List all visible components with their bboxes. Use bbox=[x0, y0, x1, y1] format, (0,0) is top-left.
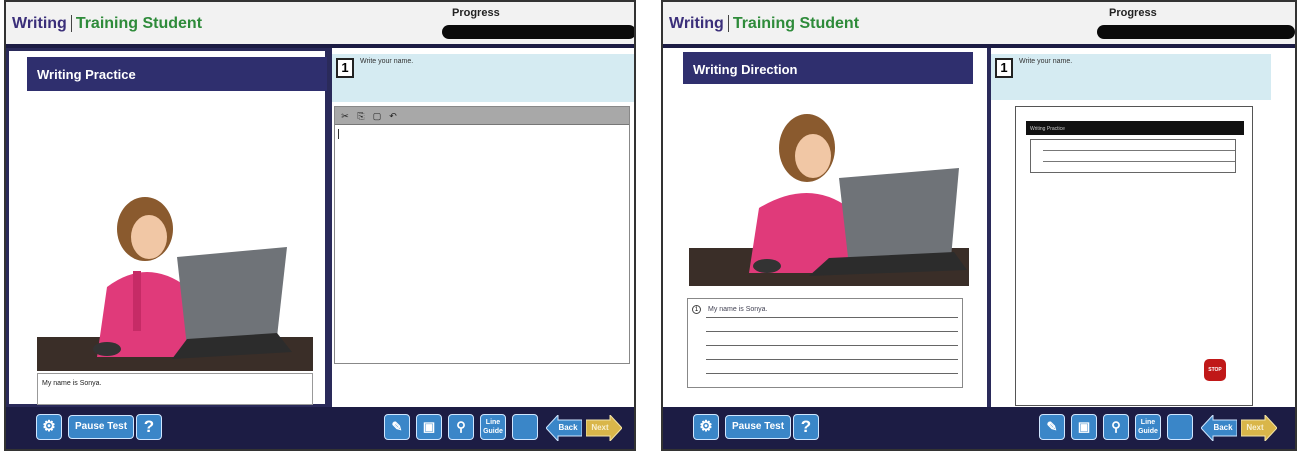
blank-tool-button[interactable] bbox=[512, 414, 538, 440]
paste-icon[interactable]: ▢ bbox=[371, 110, 383, 122]
writing-line bbox=[706, 317, 958, 318]
pause-test-button[interactable]: Pause Test bbox=[68, 415, 135, 439]
content-area: Writing Direction 1 My name is Sonya. 1 … bbox=[663, 48, 1295, 407]
test-window-practice: Writing Training Student Progress Writing… bbox=[4, 0, 636, 451]
writing-line bbox=[706, 373, 958, 374]
next-label: Next bbox=[591, 423, 609, 432]
app-title: Writing Training Student bbox=[669, 15, 859, 33]
mini-doc-title: Writing Practice bbox=[1026, 121, 1244, 135]
mini-doc-lines bbox=[1030, 139, 1236, 173]
next-button[interactable]: Next bbox=[1241, 415, 1277, 441]
writing-line bbox=[706, 359, 958, 360]
subject-label: Writing bbox=[669, 15, 729, 32]
mini-doc-line bbox=[1043, 150, 1235, 151]
answer-pane: 1 Write your name. ✂ ⎘ ▢ ↶ bbox=[332, 48, 634, 407]
progress-bar bbox=[442, 25, 634, 39]
sample-answer-document: Writing Practice STOP bbox=[1015, 106, 1253, 406]
help-button[interactable]: ? bbox=[136, 414, 162, 440]
next-label: Next bbox=[1246, 423, 1264, 432]
girl-laptop-photo bbox=[689, 98, 969, 286]
girl-laptop-photo bbox=[37, 187, 313, 371]
subject-label: Writing bbox=[12, 15, 72, 32]
question-prompt: Write your name. bbox=[360, 58, 414, 65]
progress-label: Progress bbox=[452, 7, 500, 19]
settings-gear-icon[interactable]: ⚙ bbox=[693, 414, 719, 440]
question-number: 1 bbox=[995, 58, 1013, 78]
cut-icon[interactable]: ✂ bbox=[339, 110, 351, 122]
sample-answer-text: My name is Sonya. bbox=[708, 306, 768, 313]
bottom-toolbar: ⚙ Pause Test ? ✎ ▣ ⚲ Line Guide Back Nex… bbox=[663, 407, 1295, 449]
back-label: Back bbox=[558, 423, 578, 432]
mini-doc-line bbox=[1043, 161, 1235, 162]
editor-toolbar: ✂ ⎘ ▢ ↶ bbox=[335, 107, 629, 125]
line-guide-button[interactable]: Line Guide bbox=[480, 414, 506, 440]
reading-pane: Writing Practice My name is Sonya. bbox=[6, 48, 328, 407]
notepad-icon[interactable]: ▣ bbox=[416, 414, 442, 440]
progress-label: Progress bbox=[1109, 7, 1157, 19]
writing-line bbox=[706, 331, 958, 332]
settings-gear-icon[interactable]: ⚙ bbox=[36, 414, 62, 440]
app-title: Writing Training Student bbox=[12, 15, 202, 33]
panel-title: Writing Direction bbox=[683, 52, 973, 84]
writing-line bbox=[706, 345, 958, 346]
text-cursor bbox=[338, 129, 339, 139]
sentence-caption: My name is Sonya. bbox=[37, 373, 313, 405]
bottom-toolbar: ⚙ Pause Test ? ✎ ▣ ⚲ Line Guide Back Nex… bbox=[6, 407, 634, 449]
answer-pane: 1 Write your name. Writing Practice STOP bbox=[991, 48, 1295, 407]
blank-tool-button[interactable] bbox=[1167, 414, 1193, 440]
question-number: 1 bbox=[336, 58, 354, 78]
student-name: Training Student bbox=[732, 15, 860, 32]
stop-sign-icon: STOP bbox=[1204, 359, 1226, 381]
copy-icon[interactable]: ⎘ bbox=[355, 110, 367, 122]
back-button[interactable]: Back bbox=[546, 415, 582, 441]
line-guide-button[interactable]: Line Guide bbox=[1135, 414, 1161, 440]
help-button[interactable]: ? bbox=[793, 414, 819, 440]
notepad-icon[interactable]: ▣ bbox=[1071, 414, 1097, 440]
sample-number-badge: 1 bbox=[692, 305, 701, 314]
pause-test-button[interactable]: Pause Test bbox=[725, 415, 792, 439]
highlighter-icon[interactable]: ✎ bbox=[384, 414, 410, 440]
undo-icon[interactable]: ↶ bbox=[387, 110, 399, 122]
panel-title: Writing Practice bbox=[27, 57, 327, 91]
magnifier-icon[interactable]: ⚲ bbox=[448, 414, 474, 440]
content-area: Writing Practice My name is Sonya. 1 Wri… bbox=[6, 48, 634, 407]
magnifier-icon[interactable]: ⚲ bbox=[1103, 414, 1129, 440]
back-button[interactable]: Back bbox=[1201, 415, 1237, 441]
question-box: 1 Write your name. bbox=[991, 54, 1271, 100]
student-name: Training Student bbox=[75, 15, 203, 32]
question-prompt: Write your name. bbox=[1019, 58, 1073, 65]
direction-pane: Writing Direction 1 My name is Sonya. bbox=[663, 48, 985, 407]
highlighter-icon[interactable]: ✎ bbox=[1039, 414, 1065, 440]
back-label: Back bbox=[1213, 423, 1233, 432]
header-bar: Writing Training Student Progress bbox=[663, 2, 1295, 46]
answer-editor[interactable]: ✂ ⎘ ▢ ↶ bbox=[334, 106, 630, 364]
test-window-direction: Writing Training Student Progress Writing… bbox=[661, 0, 1297, 451]
progress-bar bbox=[1097, 25, 1295, 39]
question-box: 1 Write your name. bbox=[332, 54, 634, 102]
sample-writing-lines: 1 My name is Sonya. bbox=[687, 298, 963, 388]
header-bar: Writing Training Student Progress bbox=[6, 2, 634, 46]
next-button[interactable]: Next bbox=[586, 415, 622, 441]
